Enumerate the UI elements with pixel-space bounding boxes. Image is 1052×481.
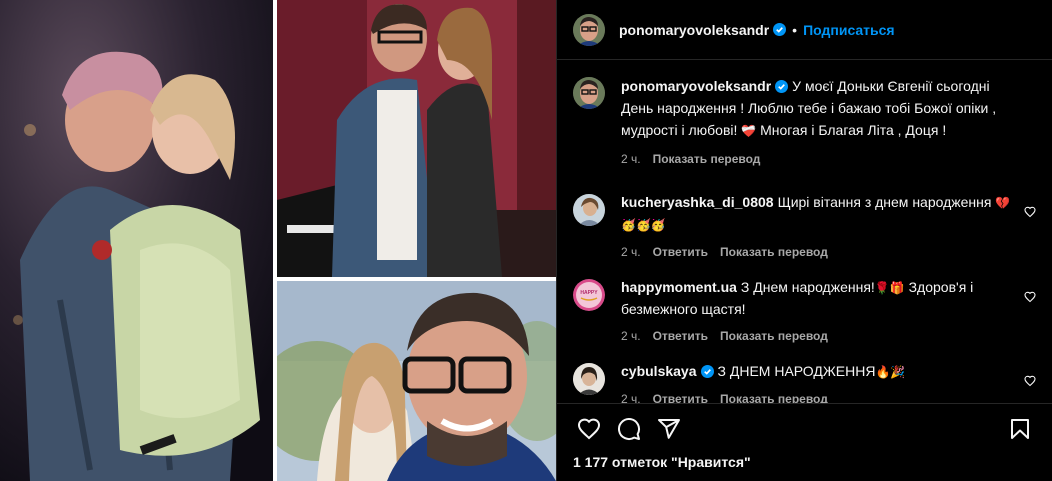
header-separator: • (792, 21, 798, 38)
caption-translate-link[interactable]: Показать перевод (653, 148, 761, 170)
share-icon (658, 419, 680, 439)
comment-text: Щирі вітання з днем народження (777, 194, 992, 210)
comment-emoji: 🔥🎉 (875, 365, 906, 379)
comment-icon (618, 418, 640, 440)
heart-icon (577, 418, 601, 440)
comment-username[interactable]: happymoment.ua (621, 279, 737, 295)
comment-avatar[interactable]: HAPPY (573, 279, 605, 311)
author-avatar[interactable] (573, 13, 605, 46)
photo-piano (277, 0, 556, 277)
bookmark-icon (1011, 419, 1029, 439)
comment-emoji: 🌹🎁 (874, 281, 905, 295)
comment-emoji: 💔 (995, 196, 1011, 210)
post-caption: ponomaryovoleksandr У моєї Доньки Євгенії… (573, 75, 1036, 170)
comment-text: З Днем народження! (740, 279, 875, 295)
comment-meta: 2 ч. Ответить Показать перевод (621, 242, 1013, 263)
caption-username[interactable]: ponomaryovoleksandr (621, 78, 771, 94)
avatar-logo-text: HAPPY (580, 290, 598, 296)
translate-link[interactable]: Показать перевод (720, 389, 828, 403)
likes-count[interactable]: 1 177 отметок "Нравится" (569, 454, 1040, 470)
reply-link[interactable]: Ответить (653, 242, 708, 263)
comment-time[interactable]: 2 ч. (621, 389, 641, 403)
caption-avatar[interactable] (573, 77, 605, 109)
comment-item: kucheryashka_di_0808 Щирі вітання з днем … (573, 192, 1036, 263)
caption-time[interactable]: 2 ч. (621, 148, 641, 170)
save-button[interactable] (1000, 409, 1040, 449)
comment-button[interactable] (609, 409, 649, 449)
post-media[interactable] (0, 0, 556, 481)
like-comment-heart-icon[interactable] (1024, 206, 1036, 218)
comment-time[interactable]: 2 ч. (621, 326, 641, 347)
comment-meta: 2 ч. Ответить Показать перевод (621, 389, 1013, 403)
author-username[interactable]: ponomaryovoleksandr (619, 22, 769, 38)
comment-emoji-line: 🥳🥳🥳 (621, 218, 666, 232)
action-icons (569, 404, 1040, 454)
reply-link[interactable]: Ответить (653, 326, 708, 347)
comments-list[interactable]: ponomaryovoleksandr У моєї Доньки Євгенії… (557, 61, 1052, 403)
photo-concert (0, 0, 273, 481)
comment-item: cybulskaya З ДНЕМ НАРОДЖЕННЯ🔥🎉 2 ч. Ответ… (573, 361, 1036, 403)
comment-username[interactable]: cybulskaya (621, 363, 697, 379)
like-comment-heart-icon[interactable] (1024, 375, 1036, 387)
comment-text: З ДНЕМ НАРОДЖЕННЯ (717, 363, 876, 379)
caption-text-after: Многая і Благая Літа , Доця ! (760, 122, 947, 138)
post-panel: ponomaryovoleksandr • Подписаться ponoma… (556, 0, 1052, 481)
photo-selfie (277, 281, 556, 481)
translate-link[interactable]: Показать перевод (720, 326, 828, 347)
verified-icon (700, 365, 714, 378)
translate-link[interactable]: Показать перевод (720, 242, 828, 263)
follow-button[interactable]: Подписаться (803, 22, 895, 38)
comment-time[interactable]: 2 ч. (621, 242, 641, 263)
verified-icon (773, 23, 787, 36)
reply-link[interactable]: Ответить (653, 389, 708, 403)
verified-icon (775, 80, 789, 93)
comment-avatar[interactable] (573, 194, 605, 226)
caption-meta: 2 ч. Показать перевод (621, 148, 1013, 170)
caption-emoji: ❤️‍🩹 (741, 124, 757, 138)
comment-meta: 2 ч. Ответить Показать перевод (621, 326, 1013, 347)
comment-item: HAPPY happymoment.ua З Днем народження!🌹🎁… (573, 277, 1036, 347)
comment-avatar[interactable] (573, 363, 605, 395)
like-button[interactable] (569, 409, 609, 449)
comment-username[interactable]: kucheryashka_di_0808 (621, 194, 774, 210)
like-comment-heart-icon[interactable] (1024, 291, 1036, 303)
share-button[interactable] (649, 409, 689, 449)
post-actions: 1 177 отметок "Нравится" (557, 403, 1052, 481)
post-header: ponomaryovoleksandr • Подписаться (557, 0, 1052, 60)
